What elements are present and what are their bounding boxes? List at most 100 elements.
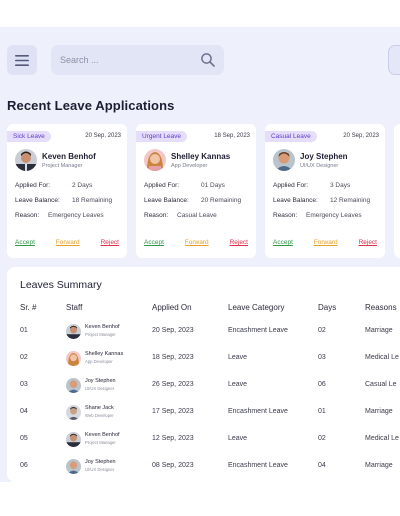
cell-reason: Marriage xyxy=(365,462,393,469)
leave-balance-row: Leave Balance: 12 Remaining xyxy=(273,197,370,204)
leave-balance-label: Leave Balance: xyxy=(273,197,318,204)
table-row[interactable]: 05 Keven Benhof Project Manager 12 Sep, … xyxy=(7,429,400,451)
cell-reason: Casual Le xyxy=(365,381,397,388)
top-bar xyxy=(0,27,400,99)
hamburger-icon xyxy=(15,54,29,66)
table-row[interactable]: 03 Joy Stephen UI/UX Designer 26 Sep, 20… xyxy=(7,375,400,397)
staff-name: Shelley Kannas xyxy=(85,351,124,357)
staff-name: Joy Stephen xyxy=(85,378,116,384)
leave-card-partial xyxy=(394,124,400,258)
reject-link[interactable]: Reject xyxy=(359,239,377,246)
leave-card: Casual Leave 20 Sep, 2023 Joy Stephen UI… xyxy=(265,124,385,258)
leave-date: 20 Sep, 2023 xyxy=(85,133,121,139)
col-reasons: Reasons xyxy=(365,303,397,312)
leave-balance-label: Leave Balance: xyxy=(15,197,60,204)
accept-link[interactable]: Accept xyxy=(144,239,164,246)
page-title: Recent Leave Applications xyxy=(7,98,175,113)
avatar xyxy=(66,378,81,393)
cell-sr: 02 xyxy=(20,354,28,361)
staff-role: Web Developer xyxy=(85,413,114,418)
col-leave-category: Leave Category xyxy=(228,303,285,312)
reason-label: Reason: xyxy=(273,212,298,219)
employee-name: Shelley Kannas xyxy=(171,152,231,161)
cell-days: 06 xyxy=(318,381,326,388)
col-applied-on: Applied On xyxy=(152,303,192,312)
leave-balance-row: Leave Balance: 20 Remaining xyxy=(144,197,241,204)
leave-date: 20 Sep, 2023 xyxy=(343,133,379,139)
menu-button[interactable] xyxy=(7,45,37,75)
employee-name: Keven Benhof xyxy=(42,152,96,161)
avatar xyxy=(66,351,81,366)
leave-date: 18 Sep, 2023 xyxy=(214,133,250,139)
cell-reason: Marriage xyxy=(365,327,393,334)
reason-row: Reason: Emergency Leaves xyxy=(15,212,104,219)
accept-link[interactable]: Accept xyxy=(273,239,293,246)
forward-link[interactable]: Forward xyxy=(56,239,80,246)
forward-link[interactable]: Forward xyxy=(314,239,338,246)
cell-category: Encashment Leave xyxy=(228,462,288,469)
staff-role: Project Manager xyxy=(85,332,116,337)
forward-link[interactable]: Forward xyxy=(185,239,209,246)
reject-link[interactable]: Reject xyxy=(101,239,119,246)
staff-role: UI/UX Designer xyxy=(85,386,115,391)
card-actions: Accept Forward Reject xyxy=(273,239,377,246)
cell-sr: 05 xyxy=(20,435,28,442)
card-actions: Accept Forward Reject xyxy=(15,239,119,246)
table-row[interactable]: 04 Shane Jack Web Developer 17 Sep, 2023… xyxy=(7,402,400,424)
leave-balance-row: Leave Balance: 18 Remaining xyxy=(15,197,112,204)
employee-role: Project Manager xyxy=(42,163,83,169)
applied-for-row: Applied For: 01 Days xyxy=(144,182,225,189)
leave-type-badge: Casual Leave xyxy=(265,131,317,142)
leave-type-badge: Urgent Leave xyxy=(136,131,188,142)
cell-applied-on: 08 Sep, 2023 xyxy=(152,462,194,469)
cell-category: Leave xyxy=(228,381,248,388)
table-row[interactable]: 06 Joy Stephen UI/UX Designer 08 Sep, 20… xyxy=(7,456,400,478)
cell-category: Leave xyxy=(228,354,248,361)
applied-for-label: Applied For: xyxy=(273,182,309,189)
cell-reason: Marriage xyxy=(365,408,393,415)
cell-category: Encashment Leave xyxy=(228,327,288,334)
reason-label: Reason: xyxy=(144,212,169,219)
accept-link[interactable]: Accept xyxy=(15,239,35,246)
header-action-button[interactable] xyxy=(388,45,400,75)
leave-cards: Sick Leave 20 Sep, 2023 Keven Benhof Pro… xyxy=(7,124,400,258)
avatar xyxy=(273,149,295,171)
reason-value: Casual Leave xyxy=(177,212,217,219)
summary-title: Leaves Summary xyxy=(20,279,102,291)
leave-balance-value: 18 Remaining xyxy=(72,197,113,204)
reason-row: Reason: Emergency Leaves xyxy=(273,212,362,219)
applied-for-label: Applied For: xyxy=(15,182,51,189)
cell-days: 02 xyxy=(318,435,326,442)
leave-balance-value: 12 Remaining xyxy=(330,197,371,204)
reason-label: Reason: xyxy=(15,212,40,219)
cell-category: Encashment Leave xyxy=(228,408,288,415)
avatar xyxy=(15,149,37,171)
cell-applied-on: 26 Sep, 2023 xyxy=(152,381,194,388)
search-input[interactable] xyxy=(60,52,190,68)
cell-applied-on: 18 Sep, 2023 xyxy=(152,354,194,361)
avatar xyxy=(66,432,81,447)
leave-balance-label: Leave Balance: xyxy=(144,197,189,204)
cell-days: 03 xyxy=(318,354,326,361)
table-row[interactable]: 02 Shelley Kannas App Developer 18 Sep, … xyxy=(7,348,400,370)
employee-role: App Developer xyxy=(171,163,208,169)
col-days: Days xyxy=(318,303,337,312)
staff-name: Shane Jack xyxy=(85,405,114,411)
reject-link[interactable]: Reject xyxy=(230,239,248,246)
cell-sr: 04 xyxy=(20,408,28,415)
cell-days: 01 xyxy=(318,408,326,415)
reason-value: Emergency Leaves xyxy=(48,212,104,219)
applied-for-value: 01 Days xyxy=(201,182,225,189)
avatar xyxy=(66,459,81,474)
employee-role: UI/UX Designer xyxy=(300,163,339,169)
cell-applied-on: 12 Sep, 2023 xyxy=(152,435,194,442)
applied-for-label: Applied For: xyxy=(144,182,180,189)
avatar xyxy=(144,149,166,171)
table-row[interactable]: 01 Keven Benhof Project Manager 20 Sep, … xyxy=(7,321,400,343)
col-staff: Staff xyxy=(66,303,83,312)
applied-for-value: 2 Days xyxy=(72,182,93,189)
staff-role: Project Manager xyxy=(85,440,116,445)
search-icon[interactable] xyxy=(200,52,216,68)
card-actions: Accept Forward Reject xyxy=(144,239,248,246)
avatar xyxy=(66,405,81,420)
